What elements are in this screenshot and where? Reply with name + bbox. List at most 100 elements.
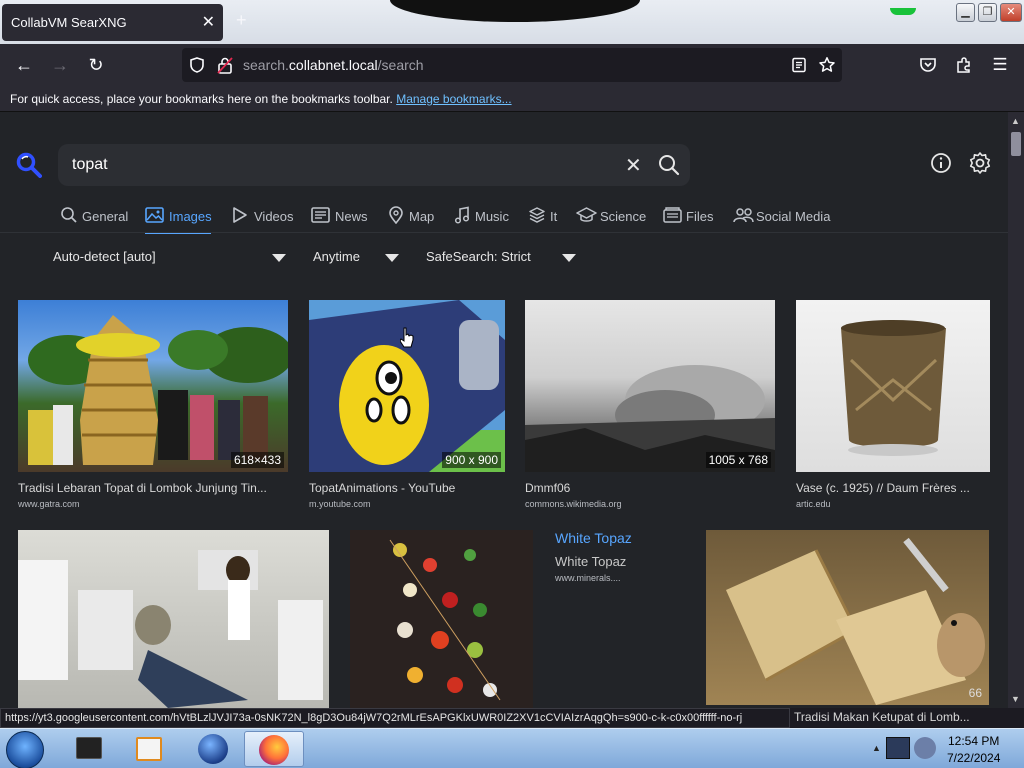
page-scrollbar[interactable]: ▲ ▼: [1008, 112, 1024, 708]
image-result[interactable]: Vase (c. 1925) // Daum Frères ... artic.…: [796, 300, 990, 515]
result-thumbnail[interactable]: [350, 530, 533, 708]
manage-bookmarks-link[interactable]: Manage bookmarks...: [396, 92, 511, 106]
tab-videos[interactable]: Videos: [232, 204, 294, 228]
chevron-down-icon[interactable]: [562, 254, 576, 262]
image-result[interactable]: 618×433 Tradisi Lebaran Topat di Lombok …: [18, 300, 288, 515]
tab-label: Images: [169, 209, 212, 224]
tab-label: General: [82, 209, 129, 224]
search-submit-icon[interactable]: [657, 153, 681, 177]
tab-strip: CollabVM SearXNG ✕ + ▁ ❐ ✕: [0, 0, 1024, 44]
scroll-down-icon[interactable]: ▼: [1011, 694, 1020, 704]
info-icon[interactable]: [930, 152, 952, 174]
close-window-button[interactable]: ✕: [1000, 3, 1022, 22]
search-icon: [61, 207, 77, 223]
scroll-thumb[interactable]: [1011, 132, 1021, 156]
result-thumbnail[interactable]: [18, 530, 329, 708]
taskbar-app-media-player[interactable]: [120, 731, 180, 767]
chevron-down-icon[interactable]: [272, 254, 286, 262]
play-icon: [233, 207, 247, 223]
extensions-icon[interactable]: [955, 56, 973, 74]
image-icon: [145, 207, 164, 223]
searxng-page: ✕ General Images Videos News: [0, 112, 1008, 708]
safesearch-select[interactable]: SafeSearch: Strict: [426, 249, 531, 264]
terminal-icon: [76, 737, 102, 759]
search-box: ✕: [58, 144, 690, 186]
back-icon[interactable]: ←: [12, 53, 36, 77]
result-source: www.gatra.com: [18, 499, 80, 509]
image-result[interactable]: [18, 530, 329, 708]
image-result[interactable]: 1005 x 768 Dmmf06 commons.wikimedia.org: [525, 300, 775, 515]
dental-clinic-image: [18, 550, 323, 708]
taskbar-app-terminal[interactable]: [58, 731, 118, 767]
result-title[interactable]: Vase (c. 1925) // Daum Frères ...: [796, 481, 990, 495]
historic-photo-image: [525, 365, 775, 472]
clear-search-icon[interactable]: ✕: [625, 153, 642, 178]
result-dimensions: 900 x 900: [442, 452, 501, 468]
clock-date[interactable]: 7/22/2024: [947, 751, 1000, 765]
time-range-select[interactable]: Anytime: [313, 249, 360, 264]
gear-icon[interactable]: [968, 151, 992, 175]
vm-toolbar-handle[interactable]: [390, 0, 916, 22]
tab-it[interactable]: It: [528, 204, 558, 228]
start-button[interactable]: [6, 731, 44, 768]
language-select[interactable]: Auto-detect [auto]: [53, 249, 156, 264]
menu-icon[interactable]: ☰: [988, 53, 1012, 77]
result-thumbnail[interactable]: [796, 300, 990, 472]
people-icon: [733, 208, 754, 223]
shield-icon[interactable]: [188, 56, 206, 74]
layers-icon: [529, 207, 545, 223]
image-result[interactable]: [350, 530, 533, 708]
result-source: m.youtube.com: [309, 499, 371, 509]
minimize-window-button[interactable]: ▁: [956, 3, 975, 22]
result-thumbnail[interactable]: 618×433: [18, 300, 288, 472]
taskbar: ▲ 12:54 PM 7/22/2024: [0, 728, 1024, 768]
tab-files[interactable]: Files: [663, 204, 719, 228]
restore-window-button[interactable]: ❐: [978, 3, 997, 22]
tab-science[interactable]: Science: [576, 204, 646, 228]
firefox-icon: [259, 735, 289, 765]
result-title[interactable]: Tradisi Makan Ketupat di Lomb...: [790, 708, 1008, 728]
result-thumbnail[interactable]: 1005 x 768: [525, 300, 775, 472]
result-title[interactable]: Tradisi Lebaran Topat di Lombok Junjung …: [18, 481, 288, 495]
bookmark-star-icon[interactable]: [818, 56, 836, 74]
vm-status-light: [890, 8, 916, 15]
new-tab-icon[interactable]: +: [236, 10, 247, 31]
url-bar[interactable]: search.collabnet.local/search: [182, 48, 842, 82]
result-title[interactable]: White Topaz: [555, 554, 695, 569]
image-result[interactable]: 66: [706, 530, 989, 708]
browser-tab[interactable]: CollabVM SearXNG ✕: [2, 4, 223, 41]
tab-label: Map: [409, 209, 435, 224]
tab-general[interactable]: General: [60, 204, 130, 228]
forward-icon[interactable]: →: [48, 53, 72, 77]
taskbar-app-firefox[interactable]: [244, 731, 304, 767]
tab-label: Files: [686, 209, 714, 224]
searxng-logo-icon[interactable]: [16, 152, 42, 178]
search-input[interactable]: [72, 154, 592, 176]
clock-time[interactable]: 12:54 PM: [948, 734, 999, 748]
taskbar-app-globe[interactable]: [182, 731, 242, 767]
result-title[interactable]: Dmmf06: [525, 481, 775, 495]
pocket-icon[interactable]: [919, 56, 937, 74]
newspaper-icon: [311, 207, 330, 223]
result-thumbnail[interactable]: 900 x 900: [309, 300, 505, 472]
tab-close-icon[interactable]: ✕: [202, 12, 215, 32]
result-title[interactable]: TopatAnimations - YouTube: [309, 481, 505, 495]
reload-icon[interactable]: ↻: [84, 53, 108, 77]
url-host: collabnet.local: [288, 57, 378, 73]
scroll-up-icon[interactable]: ▲: [1011, 116, 1020, 126]
chevron-down-icon[interactable]: [385, 254, 399, 262]
reader-view-icon[interactable]: [791, 57, 807, 73]
navigation-bar: ← → ↻ search.collabnet.local/search ☰: [0, 44, 1024, 86]
result-thumbnail[interactable]: 66: [706, 530, 989, 705]
tray-expand-icon[interactable]: ▲: [872, 743, 881, 753]
volume-icon[interactable]: [914, 737, 936, 759]
cartoon-character-image: [309, 300, 505, 472]
tab-social-media[interactable]: Social Media: [733, 204, 833, 228]
insecure-lock-icon[interactable]: [217, 56, 233, 74]
result-title-link[interactable]: White Topaz: [555, 530, 632, 546]
tab-map[interactable]: Map: [388, 204, 436, 228]
tab-music[interactable]: Music: [454, 204, 510, 228]
tab-images[interactable]: Images: [145, 204, 212, 234]
tab-news[interactable]: News: [311, 204, 369, 228]
network-icon[interactable]: [886, 737, 910, 759]
